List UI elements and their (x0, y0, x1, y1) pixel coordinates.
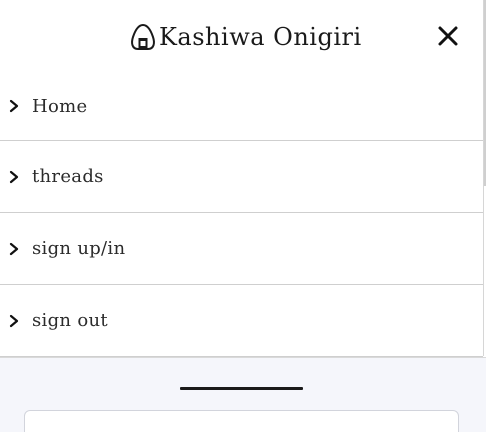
menu-item-label: Home (32, 95, 88, 117)
menu-item-label: threads (32, 166, 104, 187)
menu-item-sign-out[interactable]: sign out (0, 285, 483, 357)
brand-logo-link[interactable]: Kashiwa Onigiri (130, 22, 362, 52)
chevron-right-icon (8, 241, 20, 257)
onigiri-icon (130, 23, 156, 51)
menu-item-label: sign up/in (32, 238, 126, 259)
chevron-right-icon (8, 313, 20, 329)
navigation-drawer: Kashiwa Onigiri Home threads sign up/in … (0, 0, 484, 357)
page: Kashiwa Onigiri Home threads sign up/in … (0, 0, 486, 432)
page-content-backdrop (0, 357, 486, 432)
nav-menu: Home threads sign up/in sign out (0, 72, 483, 357)
menu-item-label: sign out (32, 310, 108, 331)
divider-bar (180, 387, 303, 390)
chevron-right-icon (8, 169, 20, 185)
content-card (24, 410, 459, 432)
menu-item-sign-up-in[interactable]: sign up/in (0, 213, 483, 285)
chevron-right-icon (8, 98, 20, 114)
close-button[interactable] (436, 24, 460, 48)
site-title: Kashiwa Onigiri (159, 23, 362, 51)
close-icon (436, 24, 460, 48)
drawer-header: Kashiwa Onigiri (0, 0, 483, 72)
menu-item-home[interactable]: Home (0, 72, 483, 141)
menu-item-threads[interactable]: threads (0, 141, 483, 213)
